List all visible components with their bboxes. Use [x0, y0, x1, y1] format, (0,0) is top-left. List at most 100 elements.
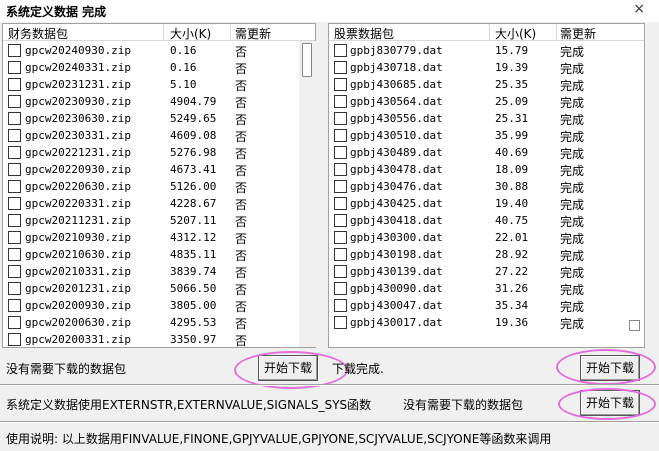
- list-item[interactable]: gpcw20230930.zip 4904.79 否: [3, 93, 315, 110]
- scrollbar-thumb[interactable]: [302, 43, 312, 77]
- list-item[interactable]: gpcw20240331.zip 0.16 否: [3, 59, 315, 76]
- row-checkbox[interactable]: [334, 248, 347, 261]
- divider: [0, 385, 659, 386]
- package-status: 否: [235, 45, 248, 59]
- package-name: gpcw20230630.zip: [25, 112, 131, 125]
- list-item[interactable]: gpcw20210331.zip 3839.74 否: [3, 263, 315, 280]
- row-checkbox[interactable]: [8, 95, 21, 108]
- column-header-size[interactable]: 大小(K): [170, 25, 211, 42]
- list-item[interactable]: gpcw20200630.zip 4295.53 否: [3, 314, 315, 331]
- list-item[interactable]: gpbj430425.dat 19.40 完成: [329, 195, 644, 212]
- column-header-name[interactable]: 股票数据包: [334, 25, 394, 42]
- package-name: gpbj430718.dat: [350, 61, 443, 74]
- list-item[interactable]: gpbj430198.dat 28.92 完成: [329, 246, 644, 263]
- list-item[interactable]: gpbj430478.dat 18.09 完成: [329, 161, 644, 178]
- row-checkbox[interactable]: [334, 282, 347, 295]
- list-item[interactable]: gpbj430047.dat 35.34 完成: [329, 297, 644, 314]
- close-icon[interactable]: ×: [633, 1, 645, 17]
- list-item[interactable]: gpcw20230630.zip 5249.65 否: [3, 110, 315, 127]
- package-name: gpbj430478.dat: [350, 163, 443, 176]
- list-item[interactable]: gpbj430556.dat 25.31 完成: [329, 110, 644, 127]
- package-status: 否: [235, 96, 248, 110]
- stock-list-header: 股票数据包 大小(K) 需更新: [329, 24, 644, 41]
- row-checkbox[interactable]: [334, 316, 347, 329]
- column-header-status[interactable]: 需更新: [235, 25, 271, 42]
- list-item[interactable]: gpcw20200331.zip 3350.97 否: [3, 331, 315, 347]
- row-checkbox[interactable]: [8, 231, 21, 244]
- column-header-size[interactable]: 大小(K): [495, 25, 536, 42]
- row-checkbox[interactable]: [8, 163, 21, 176]
- list-item[interactable]: gpcw20210630.zip 4835.11 否: [3, 246, 315, 263]
- package-name: gpcw20240331.zip: [25, 61, 131, 74]
- row-checkbox[interactable]: [8, 282, 21, 295]
- row-checkbox[interactable]: [334, 180, 347, 193]
- finance-download-button[interactable]: 开始下载: [258, 355, 318, 381]
- package-size: 4295.53: [170, 316, 217, 329]
- row-checkbox[interactable]: [334, 112, 347, 125]
- package-name: gpbj430564.dat: [350, 95, 443, 108]
- package-status: 完成: [560, 96, 585, 110]
- row-checkbox[interactable]: [334, 61, 347, 74]
- list-item[interactable]: gpcw20211231.zip 5207.11 否: [3, 212, 315, 229]
- row-checkbox[interactable]: [8, 265, 21, 278]
- row-checkbox[interactable]: [8, 197, 21, 210]
- list-item[interactable]: gpbj430418.dat 40.75 完成: [329, 212, 644, 229]
- list-item[interactable]: gpcw20221231.zip 5276.98 否: [3, 144, 315, 161]
- list-item[interactable]: gpcw20210930.zip 4312.12 否: [3, 229, 315, 246]
- row-checkbox[interactable]: [8, 248, 21, 261]
- list-item[interactable]: gpcw20240930.zip 0.16 否: [3, 42, 315, 59]
- list-item[interactable]: gpcw20231231.zip 5.10 否: [3, 76, 315, 93]
- row-checkbox[interactable]: [8, 146, 21, 159]
- size-grip[interactable]: [629, 320, 640, 331]
- list-item[interactable]: gpbj430564.dat 25.09 完成: [329, 93, 644, 110]
- row-checkbox[interactable]: [8, 333, 21, 346]
- package-status: 完成: [560, 79, 585, 93]
- package-name: gpbj430198.dat: [350, 248, 443, 261]
- column-header-status[interactable]: 需更新: [560, 25, 596, 42]
- row-checkbox[interactable]: [334, 214, 347, 227]
- list-item[interactable]: gpbj430489.dat 40.69 完成: [329, 144, 644, 161]
- list-item[interactable]: gpcw20220630.zip 5126.00 否: [3, 178, 315, 195]
- list-item[interactable]: gpcw20220331.zip 4228.67 否: [3, 195, 315, 212]
- package-status: 完成: [560, 249, 585, 263]
- system-download-button[interactable]: 开始下载: [580, 390, 640, 416]
- row-checkbox[interactable]: [334, 78, 347, 91]
- list-item[interactable]: gpcw20230331.zip 4609.08 否: [3, 127, 315, 144]
- row-checkbox[interactable]: [8, 214, 21, 227]
- row-checkbox[interactable]: [8, 129, 21, 142]
- list-item[interactable]: gpbj430017.dat 19.36 完成: [329, 314, 644, 331]
- list-item[interactable]: gpbj430685.dat 25.35 完成: [329, 76, 644, 93]
- row-checkbox[interactable]: [8, 112, 21, 125]
- package-status: 完成: [560, 266, 585, 280]
- list-item[interactable]: gpbj430510.dat 35.99 完成: [329, 127, 644, 144]
- row-checkbox[interactable]: [8, 180, 21, 193]
- list-item[interactable]: gpbj430090.dat 31.26 完成: [329, 280, 644, 297]
- row-checkbox[interactable]: [8, 316, 21, 329]
- row-checkbox[interactable]: [334, 44, 347, 57]
- row-checkbox[interactable]: [334, 299, 347, 312]
- list-item[interactable]: gpcw20220930.zip 4673.41 否: [3, 161, 315, 178]
- row-checkbox[interactable]: [334, 265, 347, 278]
- row-checkbox[interactable]: [8, 61, 21, 74]
- row-checkbox[interactable]: [334, 95, 347, 108]
- vertical-scrollbar[interactable]: [299, 41, 316, 347]
- row-checkbox[interactable]: [334, 231, 347, 244]
- list-item[interactable]: gpcw20201231.zip 5066.50 否: [3, 280, 315, 297]
- package-size: 25.35: [495, 78, 529, 91]
- row-checkbox[interactable]: [334, 197, 347, 210]
- list-item[interactable]: gpbj430139.dat 27.22 完成: [329, 263, 644, 280]
- list-item[interactable]: gpbj830779.dat 15.79 完成: [329, 42, 644, 59]
- list-item[interactable]: gpcw20200930.zip 3805.00 否: [3, 297, 315, 314]
- list-item[interactable]: gpbj430476.dat 30.88 完成: [329, 178, 644, 195]
- row-checkbox[interactable]: [334, 146, 347, 159]
- row-checkbox[interactable]: [8, 78, 21, 91]
- row-checkbox[interactable]: [334, 163, 347, 176]
- column-header-name[interactable]: 财务数据包: [8, 25, 68, 42]
- package-status: 否: [235, 79, 248, 93]
- stock-download-button[interactable]: 开始下载: [580, 355, 640, 381]
- list-item[interactable]: gpbj430300.dat 22.01 完成: [329, 229, 644, 246]
- list-item[interactable]: gpbj430718.dat 19.39 完成: [329, 59, 644, 76]
- row-checkbox[interactable]: [334, 129, 347, 142]
- row-checkbox[interactable]: [8, 44, 21, 57]
- row-checkbox[interactable]: [8, 299, 21, 312]
